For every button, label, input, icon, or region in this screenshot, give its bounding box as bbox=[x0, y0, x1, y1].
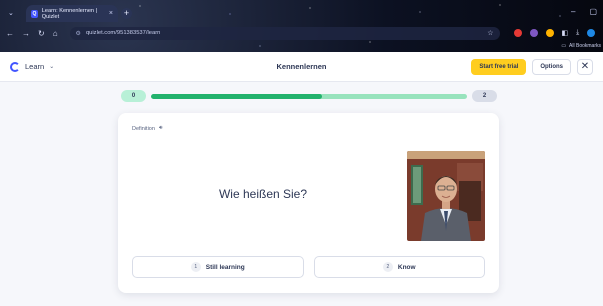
mode-label: Learn bbox=[25, 62, 45, 71]
portrait-image bbox=[407, 151, 485, 241]
star-icon[interactable]: ☆ bbox=[487, 29, 493, 37]
progress-start-count: 0 bbox=[121, 90, 146, 102]
progress-total-count: 2 bbox=[472, 90, 497, 102]
address-bar[interactable]: ⚙ quizlet.com/951383537/learn ☆ bbox=[69, 26, 500, 40]
definition-label: Definition bbox=[132, 125, 155, 132]
definition-header: Definition 🔊︎ bbox=[132, 125, 162, 132]
option-label: Still learning bbox=[205, 263, 245, 271]
minimize-icon[interactable]: – bbox=[571, 7, 575, 16]
tab-close-icon[interactable]: × bbox=[109, 10, 113, 17]
forward-icon[interactable]: → bbox=[22, 29, 30, 38]
header-actions: Start free trial Options ✕ bbox=[471, 58, 593, 75]
tab-list-icon[interactable]: ⌄ bbox=[8, 9, 14, 17]
browser-chrome: ⌄ Q Learn: Kennenlernen | Quizlet × + – … bbox=[0, 0, 603, 52]
extension-icon[interactable] bbox=[545, 29, 554, 37]
progress-fill bbox=[151, 93, 322, 99]
maximize-icon[interactable]: ▢ bbox=[589, 7, 597, 16]
home-icon[interactable]: ⌂ bbox=[53, 29, 58, 38]
answer-options: 1 Still learning 2 Know bbox=[132, 256, 485, 278]
download-icon[interactable]: ⤓ bbox=[576, 29, 579, 37]
mode-selector[interactable]: Learn ⌄ bbox=[10, 61, 55, 72]
folder-icon: ▭ bbox=[561, 43, 567, 49]
tune-icon[interactable]: ⚙ bbox=[76, 30, 81, 37]
browser-tab[interactable]: Q Learn: Kennenlernen | Quizlet × bbox=[26, 5, 118, 22]
url-text: quizlet.com/951383537/learn bbox=[85, 30, 161, 36]
option-number: 2 bbox=[382, 262, 393, 272]
know-button[interactable]: 2 Know bbox=[313, 256, 485, 278]
options-button[interactable]: Options bbox=[532, 58, 571, 75]
spinner-icon bbox=[10, 61, 20, 72]
learn-progress: 0 2 bbox=[121, 89, 497, 103]
close-icon[interactable]: ✕ bbox=[577, 58, 593, 75]
question-card: Definition 🔊︎ Wie heißen Sie? 1 Still le… bbox=[118, 113, 499, 293]
option-label: Know bbox=[397, 263, 416, 271]
still-learning-button[interactable]: 1 Still learning bbox=[132, 256, 304, 278]
chevron-down-icon: ⌄ bbox=[49, 64, 55, 70]
term-image[interactable] bbox=[407, 151, 485, 241]
window-controls: – ▢ bbox=[571, 7, 597, 16]
progress-track bbox=[151, 93, 467, 99]
quizlet-favicon-icon: Q bbox=[31, 9, 38, 18]
learn-header: Learn ⌄ Kennenlernen Start free trial Op… bbox=[0, 52, 603, 82]
back-icon[interactable]: ← bbox=[6, 29, 14, 38]
term-text: Wie heißen Sie? bbox=[218, 187, 308, 201]
new-tab-icon[interactable]: + bbox=[121, 8, 132, 19]
start-free-trial-button[interactable]: Start free trial bbox=[471, 58, 527, 75]
extensions: ◧ ⤓ bbox=[513, 29, 596, 37]
extension-icon[interactable] bbox=[513, 29, 522, 37]
puzzle-icon[interactable]: ◧ bbox=[562, 29, 569, 37]
tab-title: Learn: Kennenlernen | Quizlet bbox=[41, 7, 98, 20]
bookmarks-label: All Bookmarks bbox=[569, 43, 601, 49]
extension-icon[interactable] bbox=[529, 29, 538, 37]
all-bookmarks[interactable]: ▭ All Bookmarks bbox=[561, 43, 601, 49]
profile-avatar-icon[interactable] bbox=[587, 29, 596, 37]
option-number: 1 bbox=[190, 262, 201, 272]
browser-navbar: ← → ↻ ⌂ ⚙ quizlet.com/951383537/learn ☆ … bbox=[0, 24, 603, 42]
audio-icon[interactable]: 🔊︎ bbox=[159, 125, 162, 132]
reload-icon[interactable]: ↻ bbox=[38, 29, 45, 38]
